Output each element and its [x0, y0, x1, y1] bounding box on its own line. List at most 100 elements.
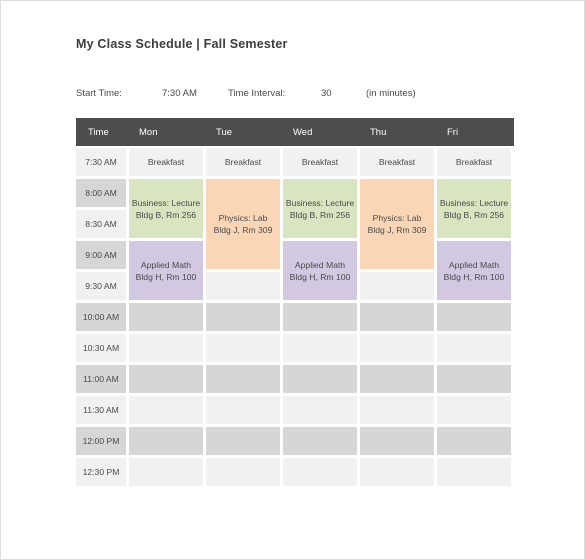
- schedule-cell-thu-0[interactable]: Breakfast: [360, 148, 434, 176]
- event-title: Breakfast: [224, 157, 262, 167]
- event-title: Business: Lecture: [285, 197, 355, 208]
- schedule-cell-fri-7[interactable]: [437, 365, 511, 393]
- schedule-cell-tue-9[interactable]: [206, 427, 280, 455]
- time-interval-unit: (in minutes): [366, 88, 416, 99]
- schedule-cell-thu-9[interactable]: [360, 427, 434, 455]
- column-header-tue[interactable]: Tue: [206, 127, 283, 138]
- schedule-event[interactable]: Physics: Lab Bldg J, Rm 309: [360, 179, 434, 269]
- schedule-grid: 7:30 AM Breakfast Breakfast Breakfast Breakf…: [76, 148, 514, 520]
- table-row: 12:30 PM: [76, 458, 514, 489]
- schedule-cell-thu-8[interactable]: [360, 396, 434, 424]
- event-title: Breakfast: [378, 157, 416, 167]
- event-location: Bldg H, Rm 100: [135, 271, 197, 282]
- schedule-cell-fri-10[interactable]: [437, 458, 511, 486]
- schedule-cell-wed-9[interactable]: [283, 427, 357, 455]
- schedule-cell-tue-7[interactable]: [206, 365, 280, 393]
- schedule-cell-tue-6[interactable]: [206, 334, 280, 362]
- event-location: Bldg J, Rm 309: [213, 225, 273, 235]
- schedule-cell-tue-8[interactable]: [206, 396, 280, 424]
- table-row: 10:30 AM: [76, 334, 514, 365]
- event-location: Bldg H, Rm 100: [289, 271, 351, 282]
- table-row: 11:00 AM: [76, 365, 514, 396]
- schedule-cell-mon-9[interactable]: [129, 427, 203, 455]
- event-location: Bldg B, Rm 256: [289, 209, 351, 220]
- event-title: Business: Lecture: [439, 197, 509, 208]
- schedule-cell-wed-0[interactable]: Breakfast: [283, 148, 357, 176]
- event-location: Bldg H, Rm 100: [443, 271, 505, 282]
- schedule-event[interactable]: Applied Math Bldg H, Rm 100: [129, 241, 203, 300]
- table-row: 10:00 AM: [76, 303, 514, 334]
- time-slot-label: 8:30 AM: [76, 210, 126, 238]
- schedule-event[interactable]: Business: Lecture Bldg B, Rm 256: [129, 179, 203, 238]
- event-location: Bldg J, Rm 309: [367, 225, 427, 235]
- table-row: 11:30 AM: [76, 396, 514, 427]
- event-title: Breakfast: [455, 157, 493, 167]
- event-location: Bldg B, Rm 256: [443, 209, 505, 220]
- schedule-cell-tue-10[interactable]: [206, 458, 280, 486]
- schedule-cell-wed-7[interactable]: [283, 365, 357, 393]
- table-row: 12:00 PM: [76, 427, 514, 458]
- start-time-value[interactable]: 7:30 AM: [162, 88, 197, 99]
- schedule-event[interactable]: Applied Math Bldg H, Rm 100: [437, 241, 511, 300]
- event-title: Breakfast: [301, 157, 339, 167]
- event-title: Applied Math: [140, 259, 192, 270]
- time-interval-value[interactable]: 30: [321, 88, 332, 99]
- event-title: Physics: Lab: [218, 213, 268, 223]
- table-header-row: Time Mon Tue Wed Thu Fri: [76, 118, 514, 146]
- schedule-cell-mon-5[interactable]: [129, 303, 203, 331]
- column-header-fri[interactable]: Fri: [437, 127, 514, 138]
- time-slot-label: 10:00 AM: [76, 303, 126, 331]
- page-title: My Class Schedule | Fall Semester: [76, 37, 288, 51]
- schedule-cell-mon-8[interactable]: [129, 396, 203, 424]
- schedule-event[interactable]: Applied Math Bldg H, Rm 100: [283, 241, 357, 300]
- schedule-cell-fri-5[interactable]: [437, 303, 511, 331]
- time-slot-label: 9:30 AM: [76, 272, 126, 300]
- event-title: Applied Math: [294, 259, 346, 270]
- schedule-cell-mon-0[interactable]: Breakfast: [129, 148, 203, 176]
- schedule-cell-wed-5[interactable]: [283, 303, 357, 331]
- time-slot-label: 11:00 AM: [76, 365, 126, 393]
- event-location: Bldg B, Rm 256: [135, 209, 197, 220]
- schedule-cell-fri-0[interactable]: Breakfast: [437, 148, 511, 176]
- schedule-page: My Class Schedule | Fall Semester Start …: [0, 0, 585, 560]
- schedule-table: Time Mon Tue Wed Thu Fri 7:30 AM Breakfast Brea…: [76, 118, 514, 520]
- time-slot-label: 10:30 AM: [76, 334, 126, 362]
- time-slot-label: 8:00 AM: [76, 179, 126, 207]
- column-header-time[interactable]: Time: [76, 127, 129, 138]
- schedule-event[interactable]: Business: Lecture Bldg B, Rm 256: [283, 179, 357, 238]
- column-header-wed[interactable]: Wed: [283, 127, 360, 138]
- schedule-cell-wed-10[interactable]: [283, 458, 357, 486]
- time-slot-label: 9:00 AM: [76, 241, 126, 269]
- time-slot-label: 12:30 PM: [76, 458, 126, 486]
- schedule-cell-thu-6[interactable]: [360, 334, 434, 362]
- schedule-event[interactable]: Business: Lecture Bldg B, Rm 256: [437, 179, 511, 238]
- schedule-cell-thu-5[interactable]: [360, 303, 434, 331]
- schedule-cell-fri-6[interactable]: [437, 334, 511, 362]
- start-time-label: Start Time:: [76, 88, 122, 99]
- schedule-cell-fri-8[interactable]: [437, 396, 511, 424]
- schedule-cell-tue-5[interactable]: [206, 303, 280, 331]
- schedule-event[interactable]: Physics: Lab Bldg J, Rm 309: [206, 179, 280, 269]
- event-title: Applied Math: [448, 259, 500, 270]
- schedule-cell-fri-9[interactable]: [437, 427, 511, 455]
- column-header-thu[interactable]: Thu: [360, 127, 437, 138]
- event-title: Breakfast: [147, 157, 185, 167]
- event-title: Physics: Lab: [372, 213, 422, 223]
- schedule-cell-wed-6[interactable]: [283, 334, 357, 362]
- time-slot-label: 7:30 AM: [76, 148, 126, 176]
- time-interval-label: Time Interval:: [228, 88, 286, 99]
- schedule-cell-thu-4[interactable]: [360, 272, 434, 300]
- table-row: 7:30 AM Breakfast Breakfast Breakfast Breakf…: [76, 148, 514, 179]
- schedule-cell-mon-6[interactable]: [129, 334, 203, 362]
- schedule-cell-tue-4[interactable]: [206, 272, 280, 300]
- time-slot-label: 12:00 PM: [76, 427, 126, 455]
- schedule-cell-wed-8[interactable]: [283, 396, 357, 424]
- event-title: Business: Lecture: [131, 197, 201, 208]
- schedule-cell-thu-10[interactable]: [360, 458, 434, 486]
- time-slot-label: 11:30 AM: [76, 396, 126, 424]
- schedule-cell-thu-7[interactable]: [360, 365, 434, 393]
- schedule-cell-mon-10[interactable]: [129, 458, 203, 486]
- schedule-cell-mon-7[interactable]: [129, 365, 203, 393]
- column-header-mon[interactable]: Mon: [129, 127, 206, 138]
- schedule-cell-tue-0[interactable]: Breakfast: [206, 148, 280, 176]
